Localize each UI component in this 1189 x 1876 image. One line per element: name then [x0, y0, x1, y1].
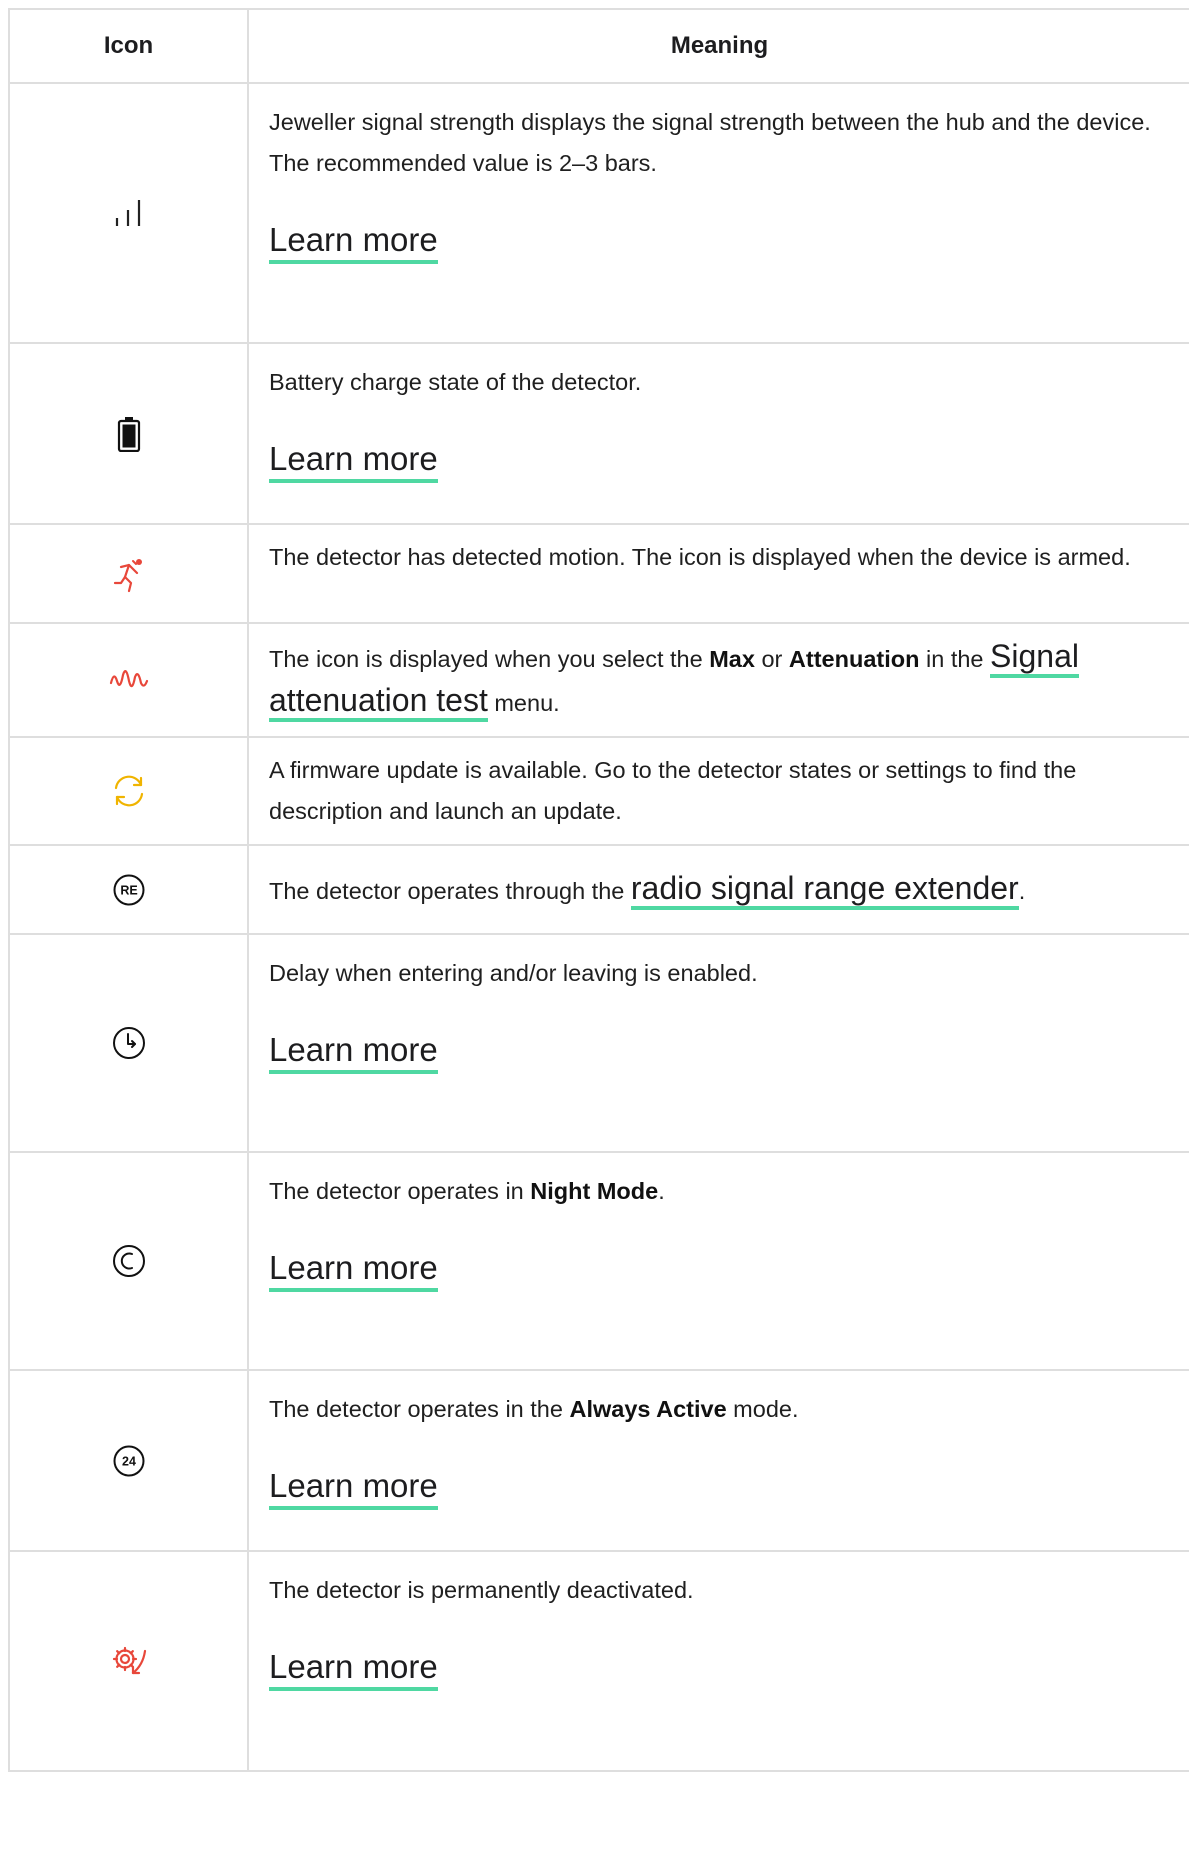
text-segment: The detector operates in: [269, 1178, 531, 1204]
signal-wave-icon: [109, 670, 148, 688]
meaning-text: The detector has detected motion. The ic…: [269, 544, 1131, 570]
always-active-icon: 24: [113, 1445, 144, 1476]
bold-always-active: Always Active: [569, 1396, 727, 1422]
table-row: The detector operates in Night Mode. Lea…: [8, 1151, 1189, 1371]
meaning-text: The detector operates through the radio …: [269, 868, 1178, 912]
meaning-cell: Jeweller signal strength displays the si…: [247, 82, 1189, 344]
delay-clock-icon: [112, 1027, 145, 1059]
meaning-text: Battery charge state of the detector.: [269, 369, 642, 395]
range-extender-icon: RE: [113, 874, 144, 905]
meaning-cell: The icon is displayed when you select th…: [247, 622, 1189, 738]
table-row: The detector is permanently deactivated.…: [8, 1550, 1189, 1772]
table-row: Jeweller signal strength displays the si…: [8, 82, 1189, 344]
meaning-cell: The detector is permanently deactivated.…: [247, 1550, 1189, 1772]
text-segment: menu.: [487, 690, 560, 716]
icon-cell: [8, 342, 249, 525]
icon-cell: 24: [8, 1369, 249, 1552]
text-segment: .: [1018, 877, 1026, 904]
table-row: Battery charge state of the detector. Le…: [8, 342, 1189, 525]
icon-cell: [8, 82, 249, 344]
meaning-text: Jeweller signal strength displays the si…: [269, 109, 1151, 176]
meaning-cell: Battery charge state of the detector. Le…: [247, 342, 1189, 525]
table-row: The detector has detected motion. The ic…: [8, 523, 1189, 624]
table-row: Delay when entering and/or leaving is en…: [8, 933, 1189, 1153]
text-segment: .: [658, 1178, 665, 1204]
meaning-cell: The detector operates in Night Mode. Lea…: [247, 1151, 1189, 1371]
icon-cell: RE: [8, 844, 249, 935]
meaning-cell: Delay when entering and/or leaving is en…: [247, 933, 1189, 1153]
bold-attenuation: Attenuation: [788, 646, 920, 672]
learn-more-link[interactable]: Learn more: [269, 439, 438, 483]
table-row: The icon is displayed when you select th…: [8, 622, 1189, 738]
text-segment: The icon is displayed when you select th…: [269, 646, 710, 672]
battery-icon: [117, 416, 140, 452]
header-icon: Icon: [8, 8, 249, 84]
icon-cell: [8, 622, 249, 738]
signal-strength-icon: [115, 200, 140, 226]
night-mode-icon: [112, 1245, 145, 1277]
meaning-text: The detector operates in Night Mode.: [269, 1171, 1178, 1212]
meaning-cell: The detector operates through the radio …: [247, 844, 1189, 935]
bold-night-mode: Night Mode: [530, 1178, 659, 1204]
meaning-text: Delay when entering and/or leaving is en…: [269, 960, 758, 986]
icon-cell: [8, 1550, 249, 1772]
meaning-cell: The detector operates in the Always Acti…: [247, 1369, 1189, 1552]
meaning-cell: The detector has detected motion. The ic…: [247, 523, 1189, 624]
radio-signal-range-extender-link[interactable]: radio signal range extender: [630, 869, 1019, 910]
table-header-row: Icon Meaning: [8, 8, 1189, 84]
meaning-cell: A firmware update is available. Go to th…: [247, 736, 1189, 846]
learn-more-link[interactable]: Learn more: [269, 1466, 438, 1510]
always-active-icon-label: 24: [122, 1454, 136, 1468]
learn-more-link[interactable]: Learn more: [269, 1030, 438, 1074]
table-row: RE The detector operates through the rad…: [8, 844, 1189, 935]
table-row: 24 The detector operates in the Always A…: [8, 1369, 1189, 1552]
firmware-update-icon: [114, 775, 143, 807]
text-segment: in the: [919, 646, 991, 672]
learn-more-link[interactable]: Learn more: [269, 220, 438, 264]
range-extender-icon-label: RE: [120, 883, 137, 897]
learn-more-link[interactable]: Learn more: [269, 1248, 438, 1292]
meaning-text: The detector operates in the Always Acti…: [269, 1389, 1178, 1430]
learn-more-link[interactable]: Learn more: [269, 1647, 438, 1691]
text-segment: The detector operates through the: [269, 877, 631, 904]
bold-max: Max: [709, 646, 755, 672]
meaning-text: The detector is permanently deactivated.: [269, 1577, 694, 1603]
text-segment: or: [754, 646, 789, 672]
text-segment: The detector operates in the: [269, 1396, 570, 1422]
text-segment: mode.: [726, 1396, 799, 1422]
meaning-text: A firmware update is available. Go to th…: [269, 757, 1077, 824]
icon-cell: [8, 1151, 249, 1371]
meaning-text: The icon is displayed when you select th…: [269, 636, 1178, 724]
motion-detected-icon: [113, 558, 142, 592]
icon-meaning-table: Icon Meaning Jeweller signal strength di…: [8, 8, 1189, 1772]
deactivated-icon: [112, 1646, 146, 1675]
icon-meaning-table-wrapper: Icon Meaning Jeweller signal strength di…: [8, 8, 1189, 1772]
header-meaning: Meaning: [247, 8, 1189, 84]
icon-cell: [8, 736, 249, 846]
icon-cell: [8, 933, 249, 1153]
table-row: A firmware update is available. Go to th…: [8, 736, 1189, 846]
icon-cell: [8, 523, 249, 624]
